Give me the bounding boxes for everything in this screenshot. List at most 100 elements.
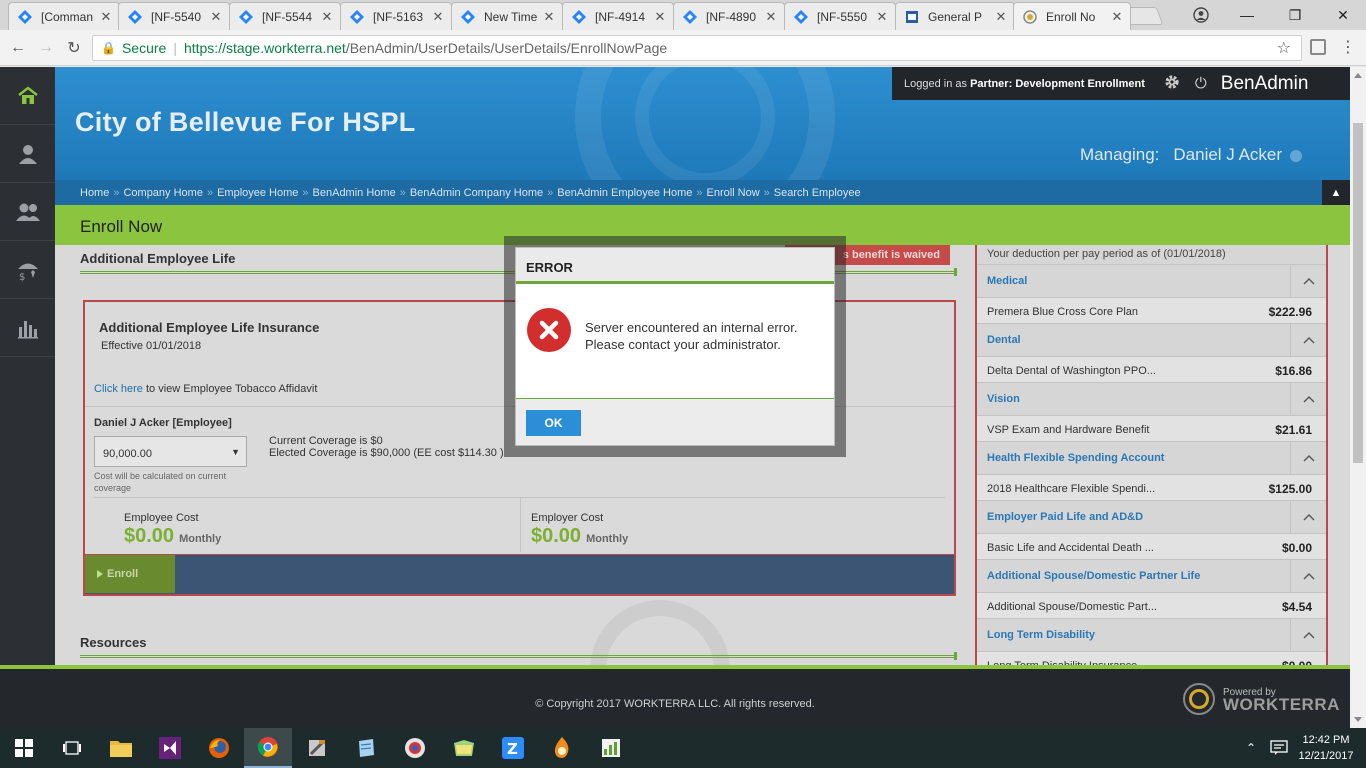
profile-icon[interactable] bbox=[1178, 0, 1224, 30]
tab-close-icon[interactable]: ✕ bbox=[994, 9, 1008, 25]
start-button[interactable] bbox=[0, 728, 48, 768]
file-explorer-icon[interactable] bbox=[97, 728, 145, 768]
deduction-category[interactable]: Health Flexible Spending Account bbox=[977, 441, 1326, 474]
action-center-icon[interactable] bbox=[1270, 728, 1288, 768]
url-path: /BenAdmin/UserDetails/UserDetails/Enroll… bbox=[345, 40, 668, 56]
deduction-category[interactable]: Long Term Disability bbox=[977, 618, 1326, 651]
nav-reports[interactable] bbox=[0, 299, 55, 357]
scroll-up-icon[interactable] bbox=[1354, 73, 1362, 78]
scroll-down-icon[interactable] bbox=[1354, 717, 1362, 722]
project-app-icon[interactable] bbox=[587, 728, 635, 768]
nav-employee[interactable] bbox=[0, 125, 55, 183]
visual-studio-icon[interactable] bbox=[146, 728, 194, 768]
deduction-category[interactable]: Additional Spouse/Domestic Partner Life bbox=[977, 559, 1326, 592]
extension-icon[interactable] bbox=[1310, 39, 1326, 55]
dialog-body: Server encountered an internal error. Pl… bbox=[516, 287, 834, 398]
browser-tab[interactable]: [NF-4890 ✕ bbox=[673, 2, 785, 30]
show-hidden-icons[interactable]: ⌃ bbox=[1246, 728, 1256, 768]
back-icon[interactable]: ← bbox=[8, 38, 28, 58]
browser-tab[interactable]: [NF-4914 ✕ bbox=[562, 2, 674, 30]
deduction-category[interactable]: Vision bbox=[977, 382, 1326, 415]
breadcrumb-item[interactable]: BenAdmin Employee Home bbox=[557, 187, 692, 199]
deduction-category[interactable]: Dental bbox=[977, 323, 1326, 356]
chevron-up-icon[interactable] bbox=[1290, 265, 1326, 297]
chevron-up-icon[interactable] bbox=[1290, 619, 1326, 651]
breadcrumb-item[interactable]: Company Home bbox=[123, 187, 202, 199]
chrome-icon[interactable] bbox=[244, 728, 292, 768]
coverage-select[interactable]: 90,000.00 ▼ bbox=[94, 436, 247, 467]
collapse-chevron-up-icon[interactable]: ▲ bbox=[1322, 180, 1350, 205]
page-scrollbar[interactable] bbox=[1350, 67, 1366, 728]
browser-tab[interactable]: [NF-5544 ✕ bbox=[229, 2, 341, 30]
browser-tab[interactable]: [NF-5550 ✕ bbox=[784, 2, 896, 30]
tab-close-icon[interactable]: ✕ bbox=[99, 9, 113, 25]
folder-app-icon[interactable] bbox=[440, 728, 488, 768]
secure-label: Secure bbox=[121, 40, 167, 56]
tab-close-icon[interactable]: ✕ bbox=[875, 9, 889, 25]
remote-app-icon[interactable] bbox=[391, 728, 439, 768]
tobacco-affidavit-link[interactable]: Click here bbox=[94, 383, 143, 395]
browser-tab[interactable]: [NF-5163 ✕ bbox=[340, 2, 452, 30]
breadcrumb-item[interactable]: BenAdmin Home bbox=[313, 187, 396, 199]
gear-icon[interactable] bbox=[1163, 73, 1181, 94]
bookmark-star-icon[interactable]: ☆ bbox=[1277, 38, 1291, 58]
maximize-icon[interactable]: ❐ bbox=[1272, 0, 1318, 30]
error-message: Server encountered an internal error. Pl… bbox=[585, 320, 798, 352]
enroll-button[interactable]: Enroll bbox=[85, 555, 175, 593]
deduction-category[interactable]: Employer Paid Life and AD&D bbox=[977, 500, 1326, 533]
chevron-up-icon[interactable] bbox=[1290, 501, 1326, 533]
reload-icon[interactable]: ↻ bbox=[64, 38, 84, 58]
nav-users[interactable] bbox=[0, 183, 55, 241]
tools-icon[interactable] bbox=[293, 728, 341, 768]
logged-in-role: Partner: bbox=[970, 77, 1013, 90]
chevron-up-icon[interactable] bbox=[1290, 324, 1326, 356]
nav-benefits[interactable]: $ bbox=[0, 241, 55, 299]
tab-close-icon[interactable]: ✕ bbox=[1110, 9, 1124, 25]
browser-menu-icon[interactable]: ⋮ bbox=[1338, 38, 1358, 58]
forward-icon[interactable]: → bbox=[36, 38, 56, 58]
deduction-category[interactable]: Medical bbox=[977, 264, 1326, 297]
deduction-summary-panel: Your deduction per pay period as of (01/… bbox=[975, 245, 1328, 668]
tab-close-icon[interactable]: ✕ bbox=[653, 9, 667, 25]
firefox-icon[interactable] bbox=[195, 728, 243, 768]
close-window-icon[interactable]: ✕ bbox=[1320, 0, 1366, 30]
system-clock[interactable]: 12:42 PM 12/21/2017 bbox=[1292, 732, 1360, 764]
info-icon[interactable] bbox=[1290, 149, 1303, 162]
chevron-up-icon[interactable] bbox=[1290, 560, 1326, 592]
member-name: Daniel J Acker [Employee] bbox=[94, 417, 232, 429]
chevron-up-icon[interactable] bbox=[1290, 442, 1326, 474]
deduction-category-name: Employer Paid Life and AD&D bbox=[987, 511, 1144, 523]
browser-tab[interactable]: New Time ✕ bbox=[451, 2, 563, 30]
burner-app-icon[interactable] bbox=[538, 728, 586, 768]
browser-tab[interactable]: [Comman ✕ bbox=[8, 2, 120, 30]
address-bar[interactable]: 🔒 Secure | https://stage.workterra.net/B… bbox=[92, 35, 1302, 61]
breadcrumb-item[interactable]: Search Employee bbox=[774, 187, 861, 199]
ok-button[interactable]: OK bbox=[526, 410, 581, 436]
chevron-up-icon[interactable] bbox=[1290, 383, 1326, 415]
url-host: https://stage.workterra.net bbox=[183, 40, 346, 56]
breadcrumb-item[interactable]: BenAdmin Company Home bbox=[410, 187, 543, 199]
tab-close-icon[interactable]: ✕ bbox=[542, 9, 556, 25]
scrollbar-thumb[interactable] bbox=[1353, 123, 1363, 463]
breadcrumb-item[interactable]: Enroll Now bbox=[706, 187, 759, 199]
tab-close-icon[interactable]: ✕ bbox=[320, 9, 334, 25]
caret-down-icon: ▼ bbox=[231, 447, 240, 457]
browser-tab[interactable]: General P ✕ bbox=[895, 2, 1015, 30]
breadcrumb-item[interactable]: Home bbox=[80, 187, 109, 199]
tab-close-icon[interactable]: ✕ bbox=[431, 9, 445, 25]
browser-tab[interactable]: Enroll No ✕ bbox=[1013, 2, 1131, 30]
task-view-icon[interactable] bbox=[48, 728, 96, 768]
lock-icon: 🔒 bbox=[101, 41, 116, 55]
deduction-item-name: Additional Spouse/Domestic Part... bbox=[987, 601, 1157, 613]
power-icon[interactable]: ⏻ bbox=[1195, 75, 1207, 92]
tab-close-icon[interactable]: ✕ bbox=[209, 9, 223, 25]
notes-app-icon[interactable] bbox=[342, 728, 390, 768]
managing-name[interactable]: Daniel J Acker bbox=[1173, 145, 1282, 164]
breadcrumb-item[interactable]: Employee Home bbox=[217, 187, 298, 199]
browser-tab[interactable]: [NF-5540 ✕ bbox=[118, 2, 230, 30]
zoom-app-icon[interactable]: Z bbox=[489, 728, 537, 768]
tab-close-icon[interactable]: ✕ bbox=[764, 9, 778, 25]
minimize-icon[interactable]: — bbox=[1224, 0, 1270, 30]
managing-label: Managing: Daniel J Acker bbox=[1080, 145, 1303, 165]
nav-home[interactable] bbox=[0, 67, 55, 125]
